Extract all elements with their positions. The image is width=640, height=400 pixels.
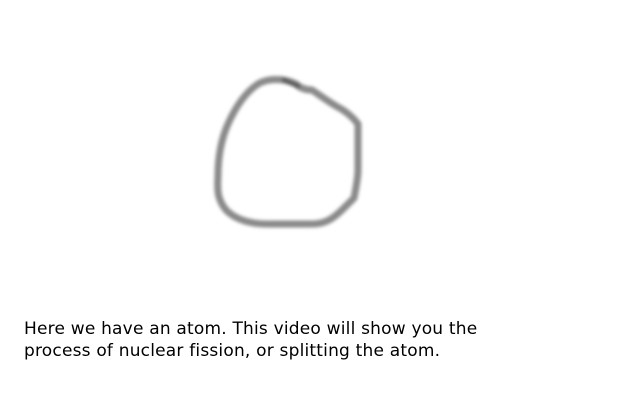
atom-outline [214,76,362,228]
atom-outline-stroke [214,76,362,228]
narration-caption: Here we have an atom. This video will sh… [24,318,614,362]
caption-line-2: process of nuclear fission, or splitting… [24,341,441,361]
atom-sketch [214,76,362,228]
caption-line-1: Here we have an atom. This video will sh… [24,319,478,339]
video-frame: Here we have an atom. This video will sh… [0,0,640,400]
